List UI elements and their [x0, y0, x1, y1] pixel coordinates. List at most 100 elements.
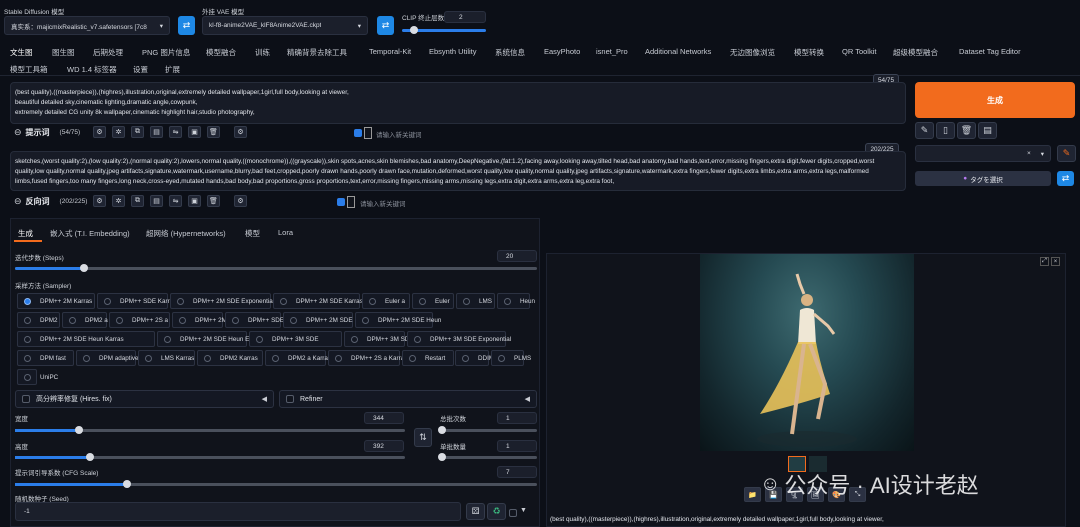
- tab-7[interactable]: Temporal-Kit: [369, 47, 411, 56]
- refresh-tags-button[interactable]: ⇄: [1057, 171, 1074, 186]
- tab-row2-2[interactable]: 设置: [133, 64, 148, 75]
- gear-icon[interactable]: ⚙: [93, 195, 106, 207]
- extra-seed-checkbox[interactable]: [509, 509, 517, 517]
- trash-icon[interactable]: 🗑: [207, 126, 220, 138]
- trash-icon[interactable]: 🗑: [207, 195, 220, 207]
- sampler-option[interactable]: DPM fast: [17, 350, 74, 366]
- gear-icon[interactable]: ⚙: [234, 195, 247, 207]
- negative-textarea[interactable]: sketches,(worst quality:2),(low quality:…: [10, 151, 906, 191]
- refresh-model-button[interactable]: ⇄: [178, 16, 195, 35]
- height-slider[interactable]: [15, 453, 405, 461]
- negative-input-cursor[interactable]: [347, 196, 355, 208]
- tag-select-button[interactable]: ● タグを選択: [915, 171, 1051, 186]
- sampler-option[interactable]: DPM2 a Karras: [265, 350, 331, 366]
- cfg-slider-knob[interactable]: [123, 480, 131, 488]
- batch-count-knob[interactable]: [438, 426, 446, 434]
- sampler-option[interactable]: LMS Karras: [138, 350, 195, 366]
- subtab-2[interactable]: 超网络 (Hypernetworks): [146, 228, 226, 239]
- subtab-0[interactable]: 生成: [18, 228, 33, 239]
- tab-15[interactable]: QR Toolkit: [842, 47, 876, 56]
- sampler-option[interactable]: LMS: [456, 293, 495, 309]
- collapse-icon[interactable]: ⊖: [14, 127, 22, 138]
- close-icon[interactable]: ×: [1027, 150, 1031, 158]
- steps-slider[interactable]: [15, 264, 537, 272]
- tab-4[interactable]: 模型融合: [206, 47, 236, 58]
- bookmark-icon[interactable]: ▣: [188, 195, 201, 207]
- sampler-option[interactable]: DPM++ 2S a: [109, 312, 170, 328]
- subtab-4[interactable]: Lora: [278, 228, 293, 237]
- sampler-option[interactable]: DPM++ 3M SDE: [249, 331, 342, 347]
- prompt-input-cursor[interactable]: [364, 127, 372, 139]
- refiner-accordion[interactable]: Refiner ◀: [279, 390, 537, 408]
- vae-select[interactable]: kl-f8-anime2VAE_klF8Anime2VAE.ckpt ▾: [202, 16, 368, 35]
- sampler-option[interactable]: DPM++ 3M SDE Exponential: [407, 331, 511, 347]
- sampler-option[interactable]: DPM++ SDE: [225, 312, 284, 328]
- tab-13[interactable]: 无边图像浏览: [730, 47, 775, 58]
- tab-11[interactable]: isnet_Pro: [596, 47, 628, 56]
- tab-row2-3[interactable]: 扩展: [165, 64, 180, 75]
- sampler-option[interactable]: DDIM: [455, 350, 494, 366]
- sampler-option[interactable]: DPM++ 2M SDE Karras: [273, 293, 363, 309]
- sampler-option[interactable]: UniPC: [17, 369, 58, 385]
- paste-icon[interactable]: ▤: [150, 195, 163, 207]
- width-slider[interactable]: [15, 426, 405, 434]
- tab-3[interactable]: PNG 图片信息: [142, 47, 190, 58]
- batch-count-value[interactable]: 1: [497, 412, 537, 424]
- pencil-icon[interactable]: ✎: [915, 122, 934, 139]
- folder-icon[interactable]: 📁: [744, 487, 761, 502]
- brush-icon[interactable]: ✎: [1057, 145, 1076, 162]
- file-icon[interactable]: ▤: [978, 122, 997, 139]
- refiner-checkbox[interactable]: [286, 395, 294, 403]
- clip-slider-knob[interactable]: [410, 26, 418, 34]
- tab-2[interactable]: 后期处理: [93, 47, 123, 58]
- batch-size-slider[interactable]: [438, 453, 537, 461]
- tab-1[interactable]: 图生图: [52, 47, 75, 58]
- batch-size-value[interactable]: 1: [497, 440, 537, 452]
- cfg-value[interactable]: 7: [497, 466, 537, 478]
- steps-value[interactable]: 20: [497, 250, 537, 262]
- fullscreen-icon[interactable]: ⤢: [1040, 257, 1049, 266]
- sampler-option[interactable]: DPM++ 2M SDE Exponential: [170, 293, 274, 309]
- width-slider-knob[interactable]: [75, 426, 83, 434]
- tab-row2-1[interactable]: WD 1.4 标签器: [67, 64, 117, 75]
- subtab-3[interactable]: 模型: [245, 228, 260, 239]
- tab-6[interactable]: 精确背景去除工具: [287, 47, 347, 58]
- collapse-icon[interactable]: ⊖: [14, 196, 22, 207]
- sampler-option[interactable]: PLMS: [491, 350, 531, 366]
- sampler-option[interactable]: DPM++ SDE Karras: [97, 293, 176, 309]
- generate-button[interactable]: 生成: [915, 82, 1075, 118]
- sampler-option[interactable]: DPM++ 2M Karras: [17, 293, 95, 309]
- swap-dimensions-button[interactable]: ⇅: [414, 428, 432, 447]
- sampler-option[interactable]: DPM2: [17, 312, 60, 328]
- tab-10[interactable]: EasyPhoto: [544, 47, 580, 56]
- clip-value[interactable]: 2: [444, 11, 486, 23]
- gear-icon[interactable]: ⚙: [93, 126, 106, 138]
- hires-fix-accordion[interactable]: 高分辨率修复 (Hires. fix) ◀: [15, 390, 274, 408]
- tab-14[interactable]: 模型转换: [794, 47, 824, 58]
- dice-icon[interactable]: ⚄: [466, 503, 485, 520]
- sampler-option[interactable]: DPM++ 2M SDE Heun Exponential: [157, 331, 278, 347]
- bookmark-icon[interactable]: ▣: [188, 126, 201, 138]
- subtab-1[interactable]: 嵌入式 (T.I. Embedding): [50, 228, 130, 239]
- tab-17[interactable]: Dataset Tag Editor: [959, 47, 1021, 56]
- sampler-option[interactable]: Heun: [497, 293, 535, 309]
- prompt-new-keyword-input[interactable]: 请输入新关键词: [376, 129, 422, 139]
- sampler-option[interactable]: Euler a: [362, 293, 410, 309]
- sampler-option[interactable]: DPM++ 2S a Karras: [328, 350, 407, 366]
- width-value[interactable]: 344: [364, 412, 404, 424]
- settings-icon[interactable]: ✲: [112, 126, 125, 138]
- close-icon[interactable]: ×: [1051, 257, 1060, 266]
- recycle-icon[interactable]: ♻: [487, 503, 506, 520]
- generated-image[interactable]: [700, 254, 914, 451]
- tab-0[interactable]: 文生图: [10, 47, 33, 58]
- height-value[interactable]: 392: [364, 440, 404, 452]
- sampler-option[interactable]: DPM2 a: [62, 312, 108, 328]
- triangle-down-icon[interactable]: ▼: [520, 507, 527, 514]
- tab-12[interactable]: Additional Networks: [645, 47, 711, 56]
- sampler-option[interactable]: Euler: [412, 293, 454, 309]
- sampler-option[interactable]: DPM++ 2M SDE Heun Karras: [17, 331, 155, 347]
- copy-icon[interactable]: ⧉: [131, 126, 144, 138]
- sampler-option[interactable]: DPM++ 3M SDE Karras: [344, 331, 434, 347]
- tab-16[interactable]: 超级模型融合: [893, 47, 938, 58]
- translate-icon[interactable]: ⇋: [169, 126, 182, 138]
